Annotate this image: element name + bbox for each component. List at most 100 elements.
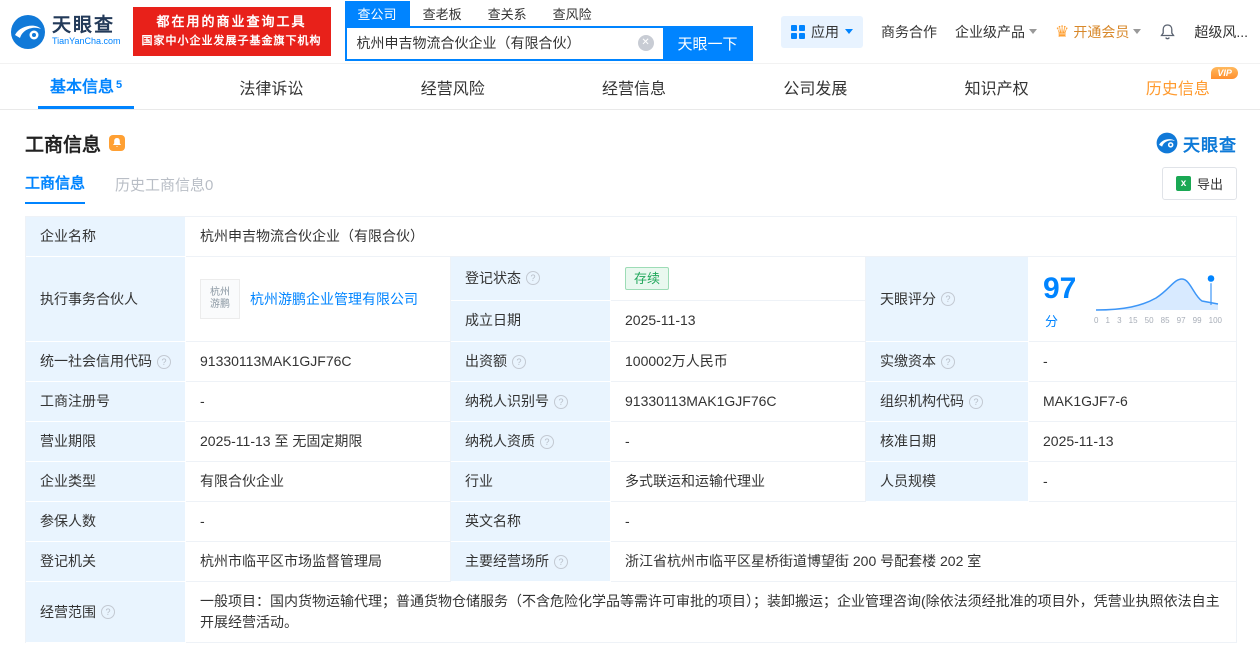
menu-business-cooperation[interactable]: 商务合作 [881,22,937,42]
search-button[interactable]: 天眼一下 [662,25,753,61]
search-area: 查公司 查老板 查关系 查风险 天眼一下 [344,0,753,61]
nav-tab-operating-risk[interactable]: 经营风险 [409,64,497,109]
search-input[interactable] [344,25,663,61]
promo-banner: 都在用的商业查询工具 国家中小企业发展子基金旗下机构 [132,7,331,56]
field-authority-label: 登记机关 [26,542,186,582]
subtabs: 工商信息 历史工商信息0 导出 [25,167,1237,204]
table-row: 经营范围 一般项目：国内货物运输代理；普通货物仓储服务（不含危险化学品等需许可审… [26,582,1237,643]
nav-tab-history[interactable]: 历史信息 VIP [1134,64,1238,109]
menu-super-risk[interactable]: 超级风... [1194,22,1248,42]
search-tab-risk[interactable]: 查风险 [540,1,605,26]
field-establish-date-label: 成立日期 [451,300,611,342]
nav-tab-basic-info[interactable]: 基本信息 5 [38,64,135,109]
field-partner-value: 杭州 游鹏 杭州游鹏企业管理有限公司 [186,257,451,342]
field-establish-date-value: 2025-11-13 [611,300,866,342]
nav-tab-history-label: 历史信息 [1145,80,1210,98]
field-orgcode-value: MAK1GJF7-6 [1029,382,1237,422]
search-tabs: 查公司 查老板 查关系 查风险 [344,0,753,26]
field-approval-date-value: 2025-11-13 [1029,422,1237,462]
status-badge: 存续 [625,266,670,291]
chevron-down-icon [1133,29,1142,34]
menu-enterprise-products[interactable]: 企业级产品 [955,22,1037,42]
info-icon[interactable] [157,354,171,369]
announcement-bell-icon[interactable] [109,135,126,151]
nav-tab-intellectual-property[interactable]: 知识产权 [953,64,1041,109]
table-row: 参保人数 - 英文名称 - [26,502,1237,542]
clear-icon[interactable] [637,34,654,51]
subtab-history-business-info[interactable]: 历史工商信息0 [115,174,213,204]
field-taxquality-label: 纳税人资质 [451,422,611,462]
field-english-name-label: 英文名称 [451,502,611,542]
info-icon[interactable] [941,292,955,306]
table-row: 统一社会信用代码 91330113MAK1GJF76C 出资额 100002万人… [26,342,1237,382]
field-insured-value: - [186,502,451,542]
search-tab-relation[interactable]: 查关系 [475,1,540,26]
field-company-type-label: 企业类型 [26,462,186,502]
field-score-label: 天眼评分 [866,257,1029,342]
info-icon[interactable] [512,354,526,369]
table-row: 营业期限 2025-11-13 至 无固定期限 纳税人资质 - 核准日期 202… [26,422,1237,462]
field-capital-value: 100002万人民币 [611,342,866,382]
nav-tab-operating-info-label: 经营信息 [602,80,667,98]
field-term-value: 2025-11-13 至 无固定期限 [186,422,451,462]
field-address-value: 浙江省杭州市临平区星桥街道博望街 200 号配套楼 202 室 [611,542,1237,582]
chevron-down-icon [1028,29,1037,34]
search-tab-company[interactable]: 查公司 [344,0,410,26]
table-row: 企业名称 杭州申吉物流合伙企业（有限合伙） [26,217,1237,257]
field-paid-capital-value: - [1029,342,1237,382]
menu-business-cooperation-label: 商务合作 [880,23,937,40]
nav-tab-legal[interactable]: 法律诉讼 [227,64,315,109]
nav-tab-basic-info-label: 基本信息 [50,79,115,96]
field-industry-label: 行业 [451,462,611,502]
info-icon[interactable] [554,554,568,569]
nav-tab-operating-info[interactable]: 经营信息 [590,64,678,109]
field-partner-label: 执行事务合伙人 [26,257,186,342]
tianyancha-watermark-icon [1156,132,1178,154]
nav-tab-company-development[interactable]: 公司发展 [771,64,859,109]
field-authority-value: 杭州市临平区市场监督管理局 [186,542,451,582]
subtab-business-info[interactable]: 工商信息 [25,172,86,204]
score-number: 97分 [1043,272,1077,329]
export-button[interactable]: 导出 [1161,167,1237,200]
field-regno-value: - [186,382,451,422]
menu-upgrade-vip-label: 开通会员 [1073,23,1130,40]
score-chart[interactable]: 01 3 15 50 85 97 99 100 [1094,272,1222,327]
field-address-label: 主要经营场所 [451,542,611,582]
table-row: 执行事务合伙人 杭州 游鹏 杭州游鹏企业管理有限公司 登记状态 存续 天眼评分 [26,257,1237,342]
field-term-label: 营业期限 [26,422,186,462]
top-menu: 应用 商务合作 企业级产品 开通会员 超级风... [765,15,1248,48]
export-button-label: 导出 [1196,177,1223,192]
info-icon[interactable] [941,354,955,369]
field-reg-status-value: 存续 [611,257,866,301]
promo-line1: 都在用的商业查询工具 [156,14,307,30]
partner-company-link[interactable]: 杭州游鹏企业管理有限公司 [250,289,418,310]
subtab-history-label: 历史工商信息 [115,177,206,194]
notification-bell-icon[interactable] [1159,23,1176,41]
menu-enterprise-products-label: 企业级产品 [954,23,1025,40]
apps-menu[interactable]: 应用 [780,15,863,48]
search-tab-boss[interactable]: 查老板 [410,1,475,26]
vip-badge: VIP [1211,67,1238,79]
info-icon[interactable] [101,605,115,619]
field-orgcode-label: 组织机构代码 [866,382,1029,422]
menu-upgrade-vip[interactable]: 开通会员 [1055,22,1142,42]
field-score-value: 97分 01 3 15 50 85 97 99 100 [1029,257,1237,342]
score-axis: 01 3 15 50 85 97 99 100 [1094,315,1222,325]
tianyancha-logo[interactable]: 天眼查 TianYanCha.com [10,14,121,50]
field-regno-label: 工商注册号 [26,382,186,422]
field-paid-capital-label: 实缴资本 [866,342,1029,382]
logo-subtitle: TianYanCha.com [52,36,121,46]
main-nav: 基本信息 5 法律诉讼 经营风险 经营信息 公司发展 知识产权 历史信息 VIP [0,64,1260,110]
info-icon[interactable] [969,394,983,409]
field-scope-label: 经营范围 [26,582,186,643]
top-header: 天眼查 TianYanCha.com 都在用的商业查询工具 国家中小企业发展子基… [0,0,1260,64]
info-icon[interactable] [526,271,540,286]
excel-icon [1175,176,1191,191]
field-industry-value: 多式联运和运输代理业 [611,462,866,502]
info-icon[interactable] [540,434,554,449]
subtab-history-count: 0 [205,177,214,194]
apps-menu-label: 应用 [810,23,839,40]
apps-grid-icon [790,24,805,39]
info-icon[interactable] [554,394,568,409]
nav-tab-legal-label: 法律诉讼 [239,80,304,98]
